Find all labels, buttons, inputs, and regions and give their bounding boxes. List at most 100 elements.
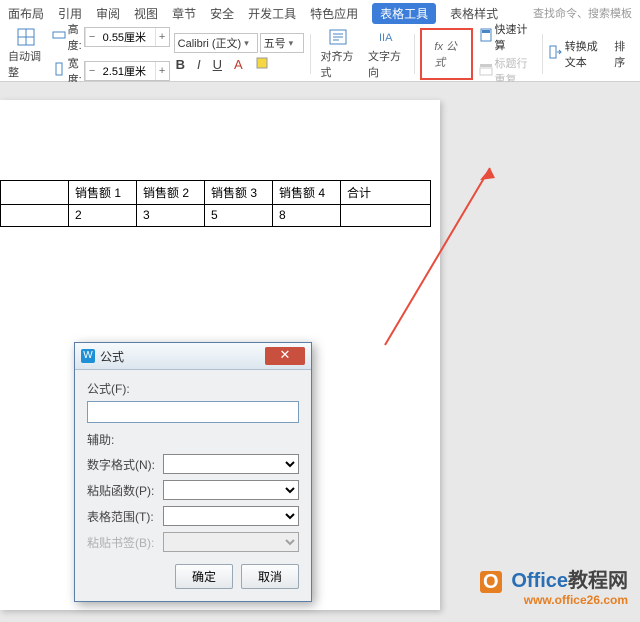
auto-adjust-icon [16, 28, 36, 46]
watermark: O Office教程网 www.office26.com [480, 564, 628, 607]
watermark-icon: O [480, 571, 502, 593]
chevron-down-icon: ▾ [289, 38, 294, 49]
paste-bookmark-select [163, 532, 299, 552]
menu-review[interactable]: 审阅 [96, 5, 120, 22]
table-header-cell[interactable]: 销售额 1 [69, 181, 137, 205]
table-header-cell[interactable]: 销售额 4 [273, 181, 341, 205]
formula-dialog: W 公式 ✕ 公式(F): 辅助: 数字格式(N): 粘贴函数(P): 表格范围… [74, 342, 312, 602]
formula-label: fx 公式 [434, 38, 458, 70]
paste-bookmark-label: 粘贴书签(B): [87, 534, 159, 551]
menu-devtools[interactable]: 开发工具 [248, 5, 296, 22]
width-decrease[interactable]: − [85, 62, 99, 80]
formula-button[interactable]: fx 公式 [426, 32, 466, 76]
search-prompt[interactable]: 查找命令、搜索模板 [533, 5, 632, 21]
table-header-cell[interactable]: 销售额 2 [137, 181, 205, 205]
data-table[interactable]: 销售额 1 销售额 2 销售额 3 销售额 4 合计 2 3 5 8 [0, 180, 431, 227]
dialog-titlebar[interactable]: W 公式 ✕ [75, 343, 311, 370]
menu-table-style[interactable]: 表格样式 [450, 5, 498, 22]
height-input[interactable] [99, 31, 155, 43]
menu-security[interactable]: 安全 [210, 5, 234, 22]
table-cell[interactable]: 5 [205, 205, 273, 227]
table-range-select[interactable] [163, 506, 299, 526]
table-row[interactable]: 2 3 5 8 [1, 205, 431, 227]
table-row-icon [52, 28, 66, 45]
dialog-body: 公式(F): 辅助: 数字格式(N): 粘贴函数(P): 表格范围(T): 粘贴… [75, 370, 311, 601]
table-col-icon [52, 62, 66, 79]
table-cell[interactable]: 8 [273, 205, 341, 227]
quick-calc-button[interactable]: 快速计算 [479, 21, 536, 53]
height-input-box: − + [84, 27, 170, 47]
font-color-button[interactable]: A [232, 56, 245, 73]
font-group: Calibri (正文) ▾ 五号 ▾ B I U A [174, 33, 304, 74]
menu-reference[interactable]: 引用 [58, 5, 82, 22]
separator [310, 34, 311, 74]
size-group: 高度: − + 宽度: − + [52, 21, 170, 87]
paste-func-select[interactable] [163, 480, 299, 500]
auto-adjust-button[interactable]: 自动调整 [4, 26, 48, 82]
menu-table-tools[interactable]: 表格工具 [372, 3, 436, 24]
watermark-brand2: 教程网 [568, 570, 628, 592]
table-header-cell[interactable]: 合计 [341, 181, 431, 205]
font-size-value: 五号 [264, 35, 286, 51]
table-header-cell[interactable]: 销售额 3 [205, 181, 273, 205]
menu-layout[interactable]: 面布局 [8, 5, 44, 22]
quick-calc-label: 快速计算 [495, 21, 536, 53]
svg-text:IIA: IIA [379, 32, 393, 44]
cancel-button[interactable]: 取消 [241, 564, 299, 589]
height-decrease[interactable]: − [85, 28, 99, 46]
width-input[interactable] [99, 65, 155, 77]
watermark-brand1: Office [511, 570, 568, 592]
italic-button[interactable]: I [195, 56, 203, 73]
table-cell[interactable]: 3 [137, 205, 205, 227]
text-direction-icon: IIA [376, 28, 396, 46]
width-input-box: − + [84, 61, 170, 81]
underline-button[interactable]: U [211, 56, 224, 73]
align-label: 对齐方式 [320, 48, 356, 80]
align-button[interactable]: 对齐方式 [316, 26, 360, 82]
table-range-label: 表格范围(T): [87, 508, 159, 525]
font-size-combo[interactable]: 五号 ▾ [260, 33, 304, 53]
width-increase[interactable]: + [155, 62, 169, 80]
sort-label: 排序 [614, 38, 632, 70]
separator [414, 34, 415, 74]
chevron-down-icon: ▾ [244, 38, 249, 49]
text-direction-label: 文字方向 [368, 48, 404, 80]
formula-input[interactable] [87, 401, 299, 423]
menu-featured[interactable]: 特色应用 [310, 5, 358, 22]
close-button[interactable]: ✕ [265, 347, 305, 365]
ribbon-toolbar: 自动调整 高度: − + 宽度: − + Calibri (正文) [0, 26, 640, 82]
menu-section[interactable]: 章节 [172, 5, 196, 22]
separator [542, 34, 543, 74]
convert-text-button[interactable]: 转换成文本 [549, 38, 606, 70]
height-label: 高度: [68, 21, 82, 53]
auto-adjust-label: 自动调整 [8, 48, 44, 80]
highlight-button[interactable] [253, 55, 271, 74]
table-row[interactable]: 销售额 1 销售额 2 销售额 3 销售额 4 合计 [1, 181, 431, 205]
num-format-select[interactable] [163, 454, 299, 474]
title-repeat-icon [479, 62, 493, 79]
paste-func-label: 粘贴函数(P): [87, 482, 159, 499]
convert-icon [549, 45, 563, 62]
align-icon [328, 28, 348, 46]
calculator-icon [479, 28, 493, 45]
convert-text-label: 转换成文本 [565, 38, 606, 70]
font-name-value: Calibri (正文) [178, 35, 242, 51]
document-area: 销售额 1 销售额 2 销售额 3 销售额 4 合计 2 3 5 8 W 公式 … [0, 82, 640, 622]
height-increase[interactable]: + [155, 28, 169, 46]
menu-view[interactable]: 视图 [134, 5, 158, 22]
formula-field-label: 公式(F): [87, 380, 299, 397]
convert-group: 转换成文本 [549, 38, 606, 70]
watermark-url: www.office26.com [480, 593, 628, 607]
calc-group: 快速计算 标题行重复 [479, 21, 536, 87]
ok-button[interactable]: 确定 [175, 564, 233, 589]
formula-button-highlight: fx 公式 [420, 28, 472, 80]
font-name-combo[interactable]: Calibri (正文) ▾ [174, 33, 258, 53]
dialog-title: 公式 [100, 348, 265, 365]
bold-button[interactable]: B [174, 56, 187, 73]
text-direction-button[interactable]: IIA 文字方向 [364, 26, 408, 82]
sort-button[interactable]: 排序 [610, 36, 636, 72]
table-cell[interactable] [341, 205, 431, 227]
table-cell[interactable]: 2 [69, 205, 137, 227]
assist-label: 辅助: [87, 431, 299, 448]
num-format-label: 数字格式(N): [87, 456, 159, 473]
